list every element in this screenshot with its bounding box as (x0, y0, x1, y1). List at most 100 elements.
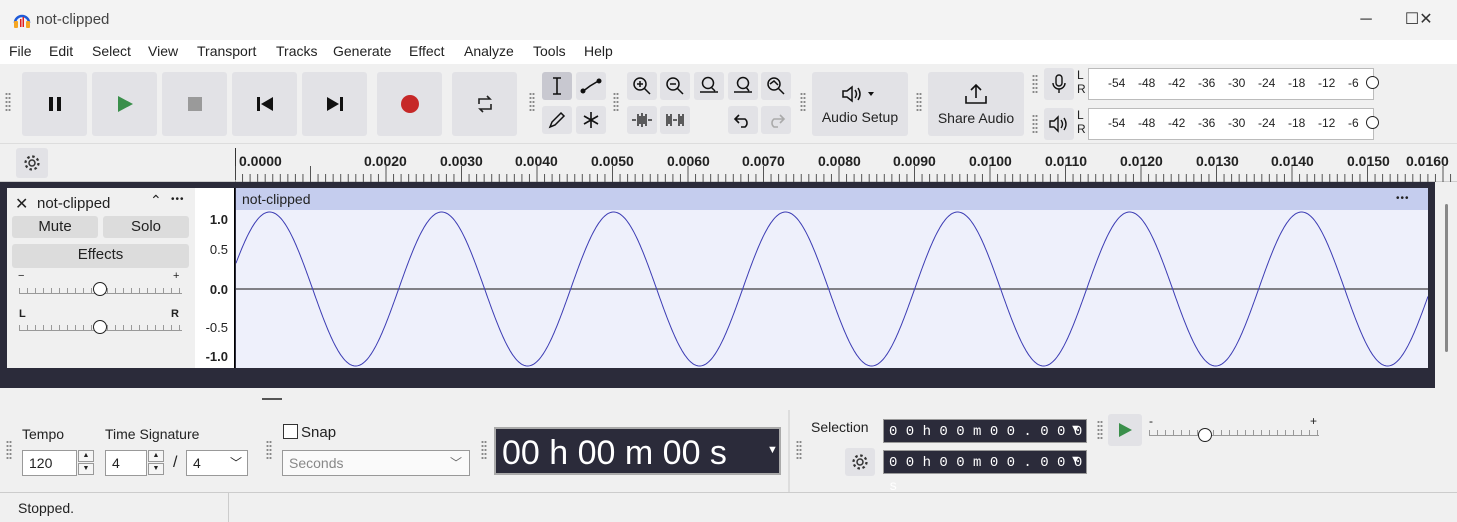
menu-tracks[interactable]: Tracks (276, 43, 317, 59)
toolbar-grip[interactable] (800, 92, 806, 112)
envelope-tool-button[interactable] (576, 72, 606, 100)
toolbar-grip[interactable] (796, 440, 802, 460)
mute-button[interactable]: Mute (12, 216, 98, 238)
draw-tool-button[interactable] (542, 106, 572, 134)
toolbar-grip[interactable] (529, 92, 535, 112)
menu-file[interactable]: File (9, 43, 32, 59)
multi-tool-button[interactable] (576, 106, 606, 134)
toolbar-grip[interactable] (1032, 74, 1038, 94)
ruler-tick-label: 0.0050 (591, 153, 634, 169)
resize-handle[interactable] (262, 398, 282, 400)
toolbar-grip[interactable] (6, 440, 12, 460)
time-format-dropdown[interactable]: ▼ (767, 444, 778, 456)
track-menu-button[interactable]: ••• (171, 194, 185, 205)
tempo-down-button[interactable]: ▼ (78, 463, 94, 475)
loop-button[interactable] (452, 72, 517, 136)
fit-to-width-button[interactable] (728, 72, 758, 100)
menu-view[interactable]: View (148, 43, 178, 59)
menu-analyze[interactable]: Analyze (464, 43, 514, 59)
close-track-icon[interactable]: ✕ (15, 194, 28, 214)
clip-header[interactable]: not-clipped ••• (236, 188, 1428, 210)
toolbar-grip[interactable] (1097, 420, 1103, 440)
menu-generate[interactable]: Generate (333, 43, 391, 59)
vertical-scrollbar[interactable] (1435, 182, 1457, 410)
redo-button[interactable] (761, 106, 791, 134)
speed-slider-thumb[interactable] (1198, 428, 1212, 442)
record-meter[interactable]: -54 -48 -42 -36 -30 -24 -18 -12 -6 (1088, 68, 1384, 100)
skip-start-icon (256, 97, 273, 111)
selection-end-dropdown[interactable]: ▼ (1070, 454, 1081, 466)
numerator-down-button[interactable]: ▼ (148, 463, 164, 475)
ruler-tick-label: 0.0090 (893, 153, 936, 169)
menu-help[interactable]: Help (584, 43, 613, 59)
undo-button[interactable] (728, 106, 758, 134)
time-signature-separator: / (173, 454, 178, 471)
zoom-toggle-button[interactable] (761, 72, 791, 100)
zoom-in-button[interactable] (627, 72, 657, 100)
record-button[interactable] (377, 72, 442, 136)
numerator-up-button[interactable]: ▲ (148, 450, 164, 462)
zoom-out-button[interactable] (660, 72, 690, 100)
skip-end-button[interactable] (302, 72, 367, 136)
ruler-tick-label: 0.0120 (1120, 153, 1163, 169)
snap-checkbox[interactable] (283, 424, 298, 439)
gain-slider-thumb[interactable] (93, 282, 107, 296)
selection-tool-button[interactable] (542, 72, 572, 100)
selection-start-field[interactable]: 0 0 h 0 0 m 0 0 . 0 0 0 s (883, 419, 1087, 464)
share-audio-button[interactable]: Share Audio (928, 72, 1024, 136)
pan-slider-thumb[interactable] (93, 320, 107, 334)
meter-tick-label: -36 (1198, 116, 1216, 130)
toolbar-grip[interactable] (1032, 114, 1038, 134)
close-button[interactable]: ✕ (1403, 6, 1449, 34)
stop-button[interactable] (162, 72, 227, 136)
tempo-input[interactable]: 120 (22, 450, 77, 476)
audio-setup-button[interactable]: Audio Setup (812, 72, 908, 136)
play-at-speed-button[interactable] (1108, 414, 1142, 446)
record-meter-button[interactable] (1044, 68, 1074, 100)
menu-transport[interactable]: Transport (197, 43, 256, 59)
toolbar-grip[interactable] (613, 92, 619, 112)
scrollbar-thumb[interactable] (1445, 204, 1448, 352)
selection-end-field[interactable]: 0 0 h 0 0 m 0 0 . 0 0 0 s (883, 450, 1087, 495)
toolbar-grip[interactable] (266, 440, 272, 460)
menu-tools[interactable]: Tools (533, 43, 566, 59)
menu-effect[interactable]: Effect (409, 43, 445, 59)
selection-start-dropdown[interactable]: ▼ (1070, 423, 1081, 435)
minimize-glyph (1343, 5, 1389, 33)
playback-meter-button[interactable] (1044, 108, 1074, 140)
silence-audio-button[interactable] (660, 106, 690, 134)
toolbar-grip[interactable] (916, 92, 922, 112)
collapse-track-icon[interactable]: ⌃ (150, 192, 162, 209)
playback-speed-slider[interactable] (1149, 430, 1319, 436)
clip-menu-button[interactable]: ••• (1396, 193, 1410, 204)
title-bar: not-clipped ─ ☐ ✕ (0, 0, 1457, 40)
ruler-tick-label: 0.0150 (1347, 153, 1390, 169)
ruler-tick-label: 0.0100 (969, 153, 1012, 169)
pencil-icon (548, 111, 566, 129)
solo-button[interactable]: Solo (103, 216, 189, 238)
zoom-selection-button[interactable] (694, 72, 724, 100)
menu-edit[interactable]: Edit (49, 43, 73, 59)
skip-start-button[interactable] (232, 72, 297, 136)
meter-end-marker (1366, 116, 1379, 129)
scale-label: 1.0 (209, 212, 228, 227)
track-name[interactable]: not-clipped (37, 195, 110, 212)
clip-name[interactable]: not-clipped (242, 191, 311, 207)
selection-settings-button[interactable] (845, 448, 875, 476)
menu-select[interactable]: Select (92, 43, 131, 59)
time-display[interactable]: 00 h 00 m 00 s (494, 427, 781, 475)
playback-meter[interactable]: -54 -48 -42 -36 -30 -24 -18 -12 -6 (1088, 108, 1384, 140)
timeline-settings-button[interactable] (16, 148, 48, 178)
menu-bar: File Edit Select View Transport Tracks G… (0, 40, 1457, 64)
toolbar-grip[interactable] (481, 440, 487, 460)
snap-unit-select[interactable]: Seconds (282, 450, 470, 476)
time-signature-numerator[interactable]: 4 (105, 450, 147, 476)
toolbar-grip[interactable] (5, 92, 11, 112)
pause-button[interactable] (22, 72, 87, 136)
play-button[interactable] (92, 72, 157, 136)
effects-button[interactable]: Effects (12, 244, 189, 268)
trim-audio-button[interactable] (627, 106, 657, 134)
waveform[interactable] (236, 210, 1428, 368)
tempo-up-button[interactable]: ▲ (78, 450, 94, 462)
timeline-ruler[interactable]: 0.0000 0.0020 0.0030 0.0040 0.0050 0.006… (0, 144, 1457, 182)
